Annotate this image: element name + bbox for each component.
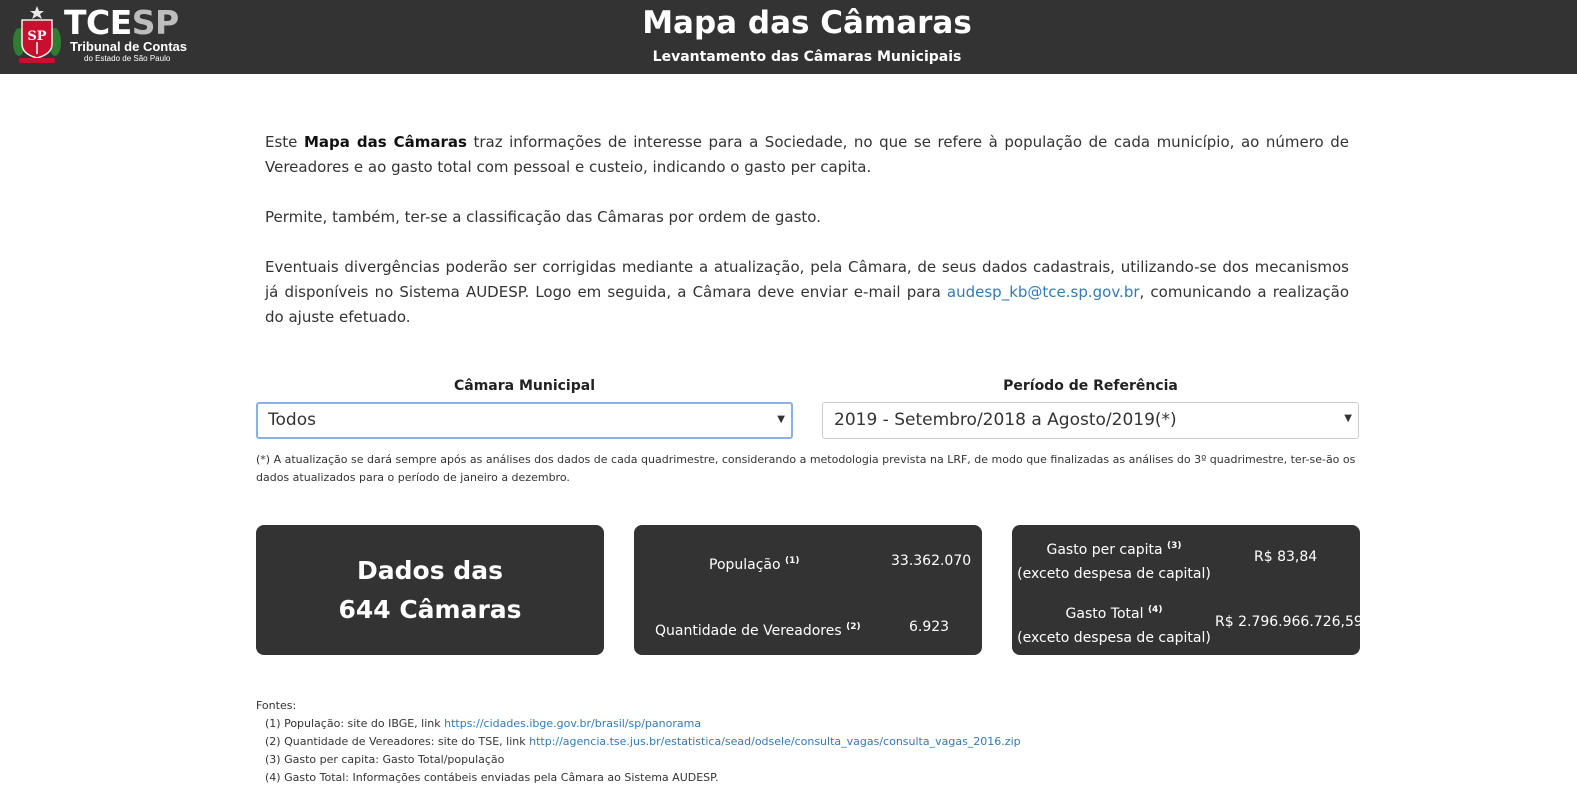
intro-paragraph-1: Este Mapa das Câmaras traz informações d… [265, 133, 1349, 176]
populacao-value: 33.362.070 [891, 553, 972, 569]
source-item: (1) População: site do IBGE, link https:… [265, 717, 702, 730]
populacao-label: População (1) [709, 556, 800, 573]
ibge-link[interactable]: https://cidades.ibge.gov.br/brasil/sp/pa… [444, 717, 701, 730]
source-item: (3) Gasto per capita: Gasto Total/popula… [265, 753, 505, 766]
periodo-select-value: 2019 - Setembro/2018 a Agosto/2019(*) [834, 410, 1177, 430]
summary-card: Dados das 644 Câmaras [256, 525, 604, 655]
summary-line-1: Dados das [357, 556, 503, 585]
periodo-select[interactable]: 2019 - Setembro/2018 a Agosto/2019(*) ▼ [822, 402, 1359, 439]
chevron-down-icon: ▼ [1344, 413, 1352, 424]
page-header: SP TCESP Tribunal de Contas do Estado de… [0, 0, 1577, 74]
sources-title: Fontes: [256, 699, 297, 712]
source-item: (4) Gasto Total: Informações contábeis e… [265, 771, 719, 784]
intro-paragraph-2: Permite, também, ter-se a classificação … [265, 208, 821, 226]
population-card: População (1) 33.362.070 Quantidade de V… [634, 525, 982, 655]
gasto-total-label: Gasto Total (4) (exceto despesa de capit… [1017, 605, 1211, 646]
expense-card: Gasto per capita (3) (exceto despesa de … [1012, 525, 1363, 655]
sources-section: Fontes: (1) População: site do IBGE, lin… [256, 697, 1021, 787]
camara-filter-label: Câmara Municipal [453, 378, 595, 394]
page-subtitle: Levantamento das Câmaras Municipais [652, 49, 962, 65]
vereadores-label: Quantidade de Vereadores (2) [655, 622, 861, 639]
camara-select-value: Todos [268, 410, 316, 430]
intro-paragraph-3: Eventuais divergências poderão ser corri… [265, 258, 1350, 326]
summary-line-2: 644 Câmaras [338, 595, 522, 624]
gasto-total-value: R$ 2.796.966.726,59 [1215, 614, 1363, 630]
update-note: (*) A atualização se dará sempre após as… [256, 453, 1356, 484]
email-link[interactable]: audesp_kb@tce.sp.gov.br [947, 283, 1140, 301]
source-item: (2) Quantidade de Vereadores: site do TS… [265, 735, 1021, 748]
gasto-per-capita-value: R$ 83,84 [1254, 549, 1318, 565]
tse-link[interactable]: http://agencia.tse.jus.br/estatistica/se… [529, 735, 1021, 748]
gasto-per-capita-label: Gasto per capita (3) (exceto despesa de … [1017, 541, 1211, 582]
page-title: Mapa das Câmaras [642, 5, 972, 41]
vereadores-value: 6.923 [909, 619, 950, 635]
camara-select[interactable]: Todos ▼ [256, 402, 793, 439]
chevron-down-icon: ▼ [777, 414, 785, 425]
intro-text: Este Mapa das Câmaras traz informações d… [265, 130, 1349, 355]
periodo-filter-label: Período de Referência [1003, 378, 1178, 394]
